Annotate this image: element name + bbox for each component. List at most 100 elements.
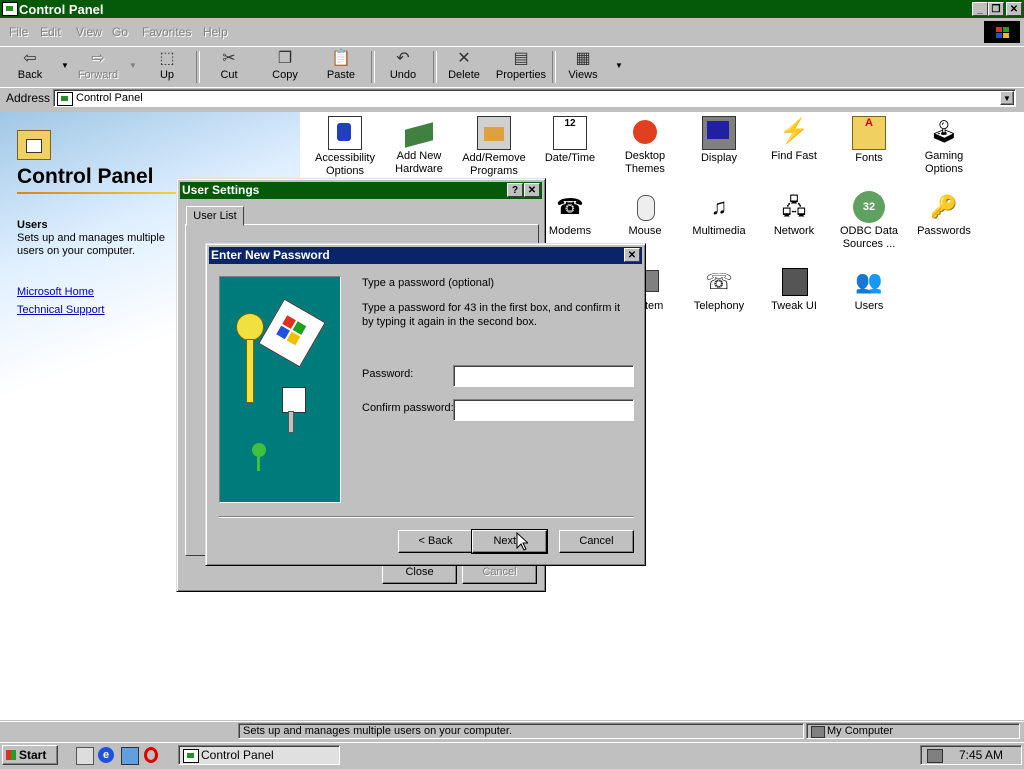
- password-input[interactable]: [453, 365, 634, 387]
- properties-icon: ▤: [513, 50, 529, 67]
- icon-add-new-hardware[interactable]: Add New Hardware: [382, 116, 456, 176]
- undo-icon: ↶: [396, 50, 410, 67]
- show-desktop-icon[interactable]: [76, 747, 94, 765]
- window-title-bar[interactable]: Control Panel _ ❐ ✕: [0, 0, 1024, 18]
- odbc-icon: 32: [853, 191, 885, 223]
- monitor-icon: [702, 116, 736, 150]
- next-wizard-button[interactable]: Next >: [471, 529, 548, 554]
- control-panel-task-icon: [183, 749, 199, 763]
- icon-date-time[interactable]: 12 Date/Time: [533, 116, 607, 165]
- icon-passwords[interactable]: 🔑 Passwords: [907, 191, 981, 238]
- themes-icon: [629, 116, 661, 148]
- folder-up-icon: ⬚: [159, 50, 175, 67]
- technical-support-link[interactable]: Technical Support: [17, 304, 104, 316]
- menu-edit[interactable]: Edit: [40, 25, 61, 39]
- multimedia-icon: ♫: [710, 194, 728, 219]
- icon-gaming-options[interactable]: 🕹 Gaming Options: [907, 116, 981, 176]
- icon-users[interactable]: 👥 Users: [832, 266, 906, 313]
- fonts-folder-icon: A: [852, 116, 886, 150]
- keys-icon: 🔑: [930, 194, 958, 219]
- user-settings-title-bar[interactable]: User Settings ? ✕: [180, 182, 542, 199]
- icon-fonts[interactable]: A Fonts: [832, 116, 906, 165]
- tiny-green-key-icon: [252, 443, 266, 457]
- mouse-icon: [629, 191, 661, 223]
- confirm-password-input[interactable]: [453, 399, 634, 421]
- icon-multimedia[interactable]: ♫ Multimedia: [682, 191, 756, 238]
- scissors-icon: ✂: [222, 50, 236, 67]
- outlook-express-icon[interactable]: [121, 747, 139, 765]
- telephony-icon: ☏: [705, 269, 733, 294]
- back-button[interactable]: ⇦ Back: [4, 49, 56, 87]
- password-dialog-title-bar[interactable]: Enter New Password ✕: [209, 247, 642, 264]
- icon-find-fast[interactable]: ⚡ Find Fast: [757, 116, 831, 163]
- mouse-pointer-icon: [516, 532, 528, 551]
- paste-button[interactable]: 📋 Paste: [315, 49, 367, 87]
- icon-display[interactable]: Display: [682, 116, 756, 165]
- windows-flag-icon: [6, 750, 16, 760]
- tab-user-list[interactable]: User List: [186, 206, 244, 226]
- tray-app-icon[interactable]: [927, 749, 943, 763]
- icon-telephony[interactable]: ☏ Telephony: [682, 266, 756, 313]
- minimize-button[interactable]: _: [972, 2, 988, 16]
- address-input[interactable]: Control Panel ▼: [53, 89, 1016, 107]
- back-arrow-icon: ⇦: [23, 50, 37, 67]
- delete-x-icon: ✕: [457, 50, 471, 67]
- password-label: Password:: [362, 368, 414, 380]
- forward-button[interactable]: ⇨ Forward: [72, 49, 124, 87]
- menu-go[interactable]: Go: [112, 25, 128, 39]
- menu-bar: File Edit View Go Favorites Help: [0, 20, 1024, 44]
- start-button[interactable]: Start: [2, 745, 58, 765]
- forward-dropdown-icon[interactable]: ▼: [129, 61, 137, 70]
- windows-logo-icon: [984, 21, 1020, 43]
- icon-desktop-themes[interactable]: Desktop Themes: [608, 116, 682, 176]
- password-dialog-close-icon[interactable]: ✕: [624, 248, 640, 262]
- delete-button[interactable]: ✕ Delete: [438, 49, 490, 87]
- back-dropdown-icon[interactable]: ▼: [61, 61, 69, 70]
- wizard-keys-illustration: [219, 276, 341, 503]
- password-heading: Type a password (optional): [362, 277, 495, 289]
- taskbar-control-panel[interactable]: Control Panel: [178, 745, 340, 765]
- restore-button[interactable]: ❐: [988, 2, 1004, 16]
- views-dropdown-icon[interactable]: ▼: [615, 61, 623, 70]
- icon-add-remove-programs[interactable]: Add/Remove Programs: [457, 116, 531, 178]
- views-button[interactable]: ▦ Views: [557, 49, 609, 87]
- address-value: Control Panel: [76, 92, 143, 104]
- internet-explorer-icon[interactable]: e: [98, 747, 114, 763]
- cut-button[interactable]: ✂ Cut: [203, 49, 255, 87]
- user-settings-title: User Settings: [182, 183, 260, 197]
- menu-view[interactable]: View: [76, 25, 102, 39]
- icon-accessibility-options[interactable]: Accessibility Options: [308, 116, 382, 178]
- close-button[interactable]: ✕: [1006, 2, 1022, 16]
- clock[interactable]: 7:45 AM: [959, 746, 1003, 764]
- status-zone: My Computer: [806, 723, 1020, 739]
- status-message: Sets up and manages multiple users on yo…: [238, 723, 804, 739]
- menu-help[interactable]: Help: [203, 25, 228, 39]
- properties-button[interactable]: ▤ Properties: [494, 49, 548, 87]
- control-panel-folder-icon: [17, 130, 51, 160]
- control-panel-small-icon: [57, 92, 73, 106]
- help-button[interactable]: ?: [507, 183, 523, 197]
- address-dropdown-icon[interactable]: ▼: [1000, 91, 1014, 105]
- user-settings-close-icon[interactable]: ✕: [524, 183, 540, 197]
- undo-button[interactable]: ↶ Undo: [377, 49, 429, 87]
- icon-tweak-ui[interactable]: Tweak UI: [757, 266, 831, 313]
- my-computer-icon: [811, 726, 825, 738]
- microsoft-home-link[interactable]: Microsoft Home: [17, 286, 94, 298]
- password-dialog-title: Enter New Password: [211, 248, 330, 262]
- telephone-icon: ☎: [556, 194, 584, 219]
- tweak-ui-icon: [778, 266, 810, 298]
- back-wizard-button[interactable]: < Back: [398, 530, 473, 553]
- cancel-wizard-button[interactable]: Cancel: [559, 530, 634, 553]
- users-people-icon: 👥: [855, 269, 883, 294]
- menu-file[interactable]: File: [9, 25, 28, 39]
- menu-favorites[interactable]: Favorites: [142, 25, 191, 39]
- opera-icon[interactable]: [144, 747, 158, 763]
- up-button[interactable]: ⬚ Up: [141, 49, 193, 87]
- icon-network[interactable]: 🖧 Network: [757, 191, 831, 238]
- icon-mouse[interactable]: Mouse: [608, 191, 682, 238]
- binoculars-icon: ⚡: [779, 118, 809, 145]
- control-panel-icon: [2, 2, 18, 16]
- small-key-icon: [282, 387, 306, 413]
- copy-button[interactable]: ❐ Copy: [259, 49, 311, 87]
- icon-odbc-data-sources[interactable]: 32 ODBC Data Sources ...: [832, 191, 906, 251]
